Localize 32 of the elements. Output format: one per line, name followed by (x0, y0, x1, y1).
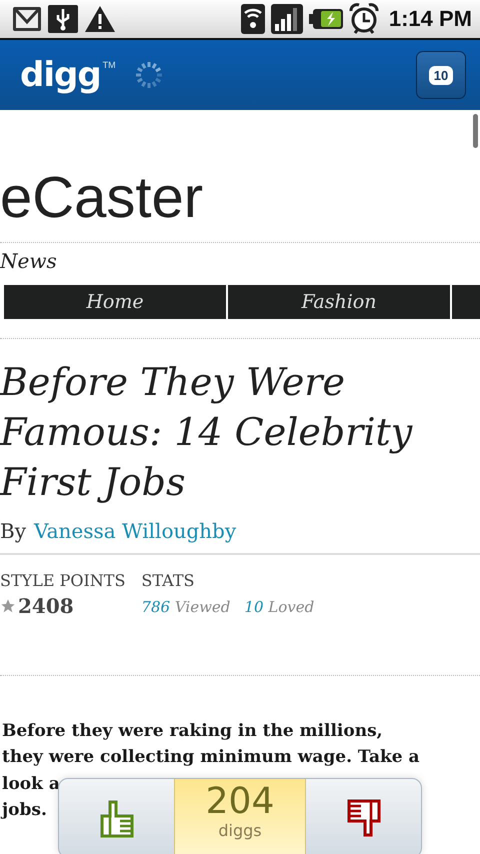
trademark-mark: TM (102, 60, 116, 70)
comments-button[interactable]: 10 (416, 51, 466, 99)
stat-text: 786 Viewed (141, 598, 230, 616)
thumbs-down-icon (346, 798, 382, 838)
nav-tab[interactable]: Home (4, 284, 226, 319)
status-time: 1:14 PM (388, 6, 472, 32)
byline-label: By (0, 518, 26, 543)
digg-count: 204 (206, 783, 274, 821)
digg-logo: digg (20, 58, 101, 92)
battery-charging-icon (308, 7, 343, 31)
intro-line: look a (1, 772, 60, 796)
intro-line: Before they were raking in the millions, (1, 720, 383, 743)
author-link[interactable]: Vanessa Willoughby (34, 518, 236, 543)
star-icon (0, 598, 16, 614)
site-logo: eCaster (0, 166, 204, 230)
signal-icon (270, 4, 303, 34)
stats-label: STATS (141, 570, 196, 590)
style-points-value: 2408 (18, 594, 74, 618)
thumbs-up-icon (98, 798, 134, 838)
alarm-clock-icon (348, 3, 379, 35)
wifi-icon (240, 4, 265, 34)
scroll-thumb (473, 114, 478, 148)
warning-icon (84, 5, 116, 33)
usb-icon (48, 5, 78, 33)
intro-line: they were collecting minimum wage. Take a (1, 746, 420, 770)
nav-tab[interactable]: Fashion (228, 284, 450, 319)
intro-line: jobs. (0, 799, 47, 822)
digg-unit: diggs (218, 820, 262, 840)
loading-spinner-icon (134, 60, 164, 90)
style-points-label: STYLE POINTS (0, 570, 126, 590)
stat-text: 10 Loved (244, 598, 314, 616)
mail-icon (12, 6, 42, 32)
